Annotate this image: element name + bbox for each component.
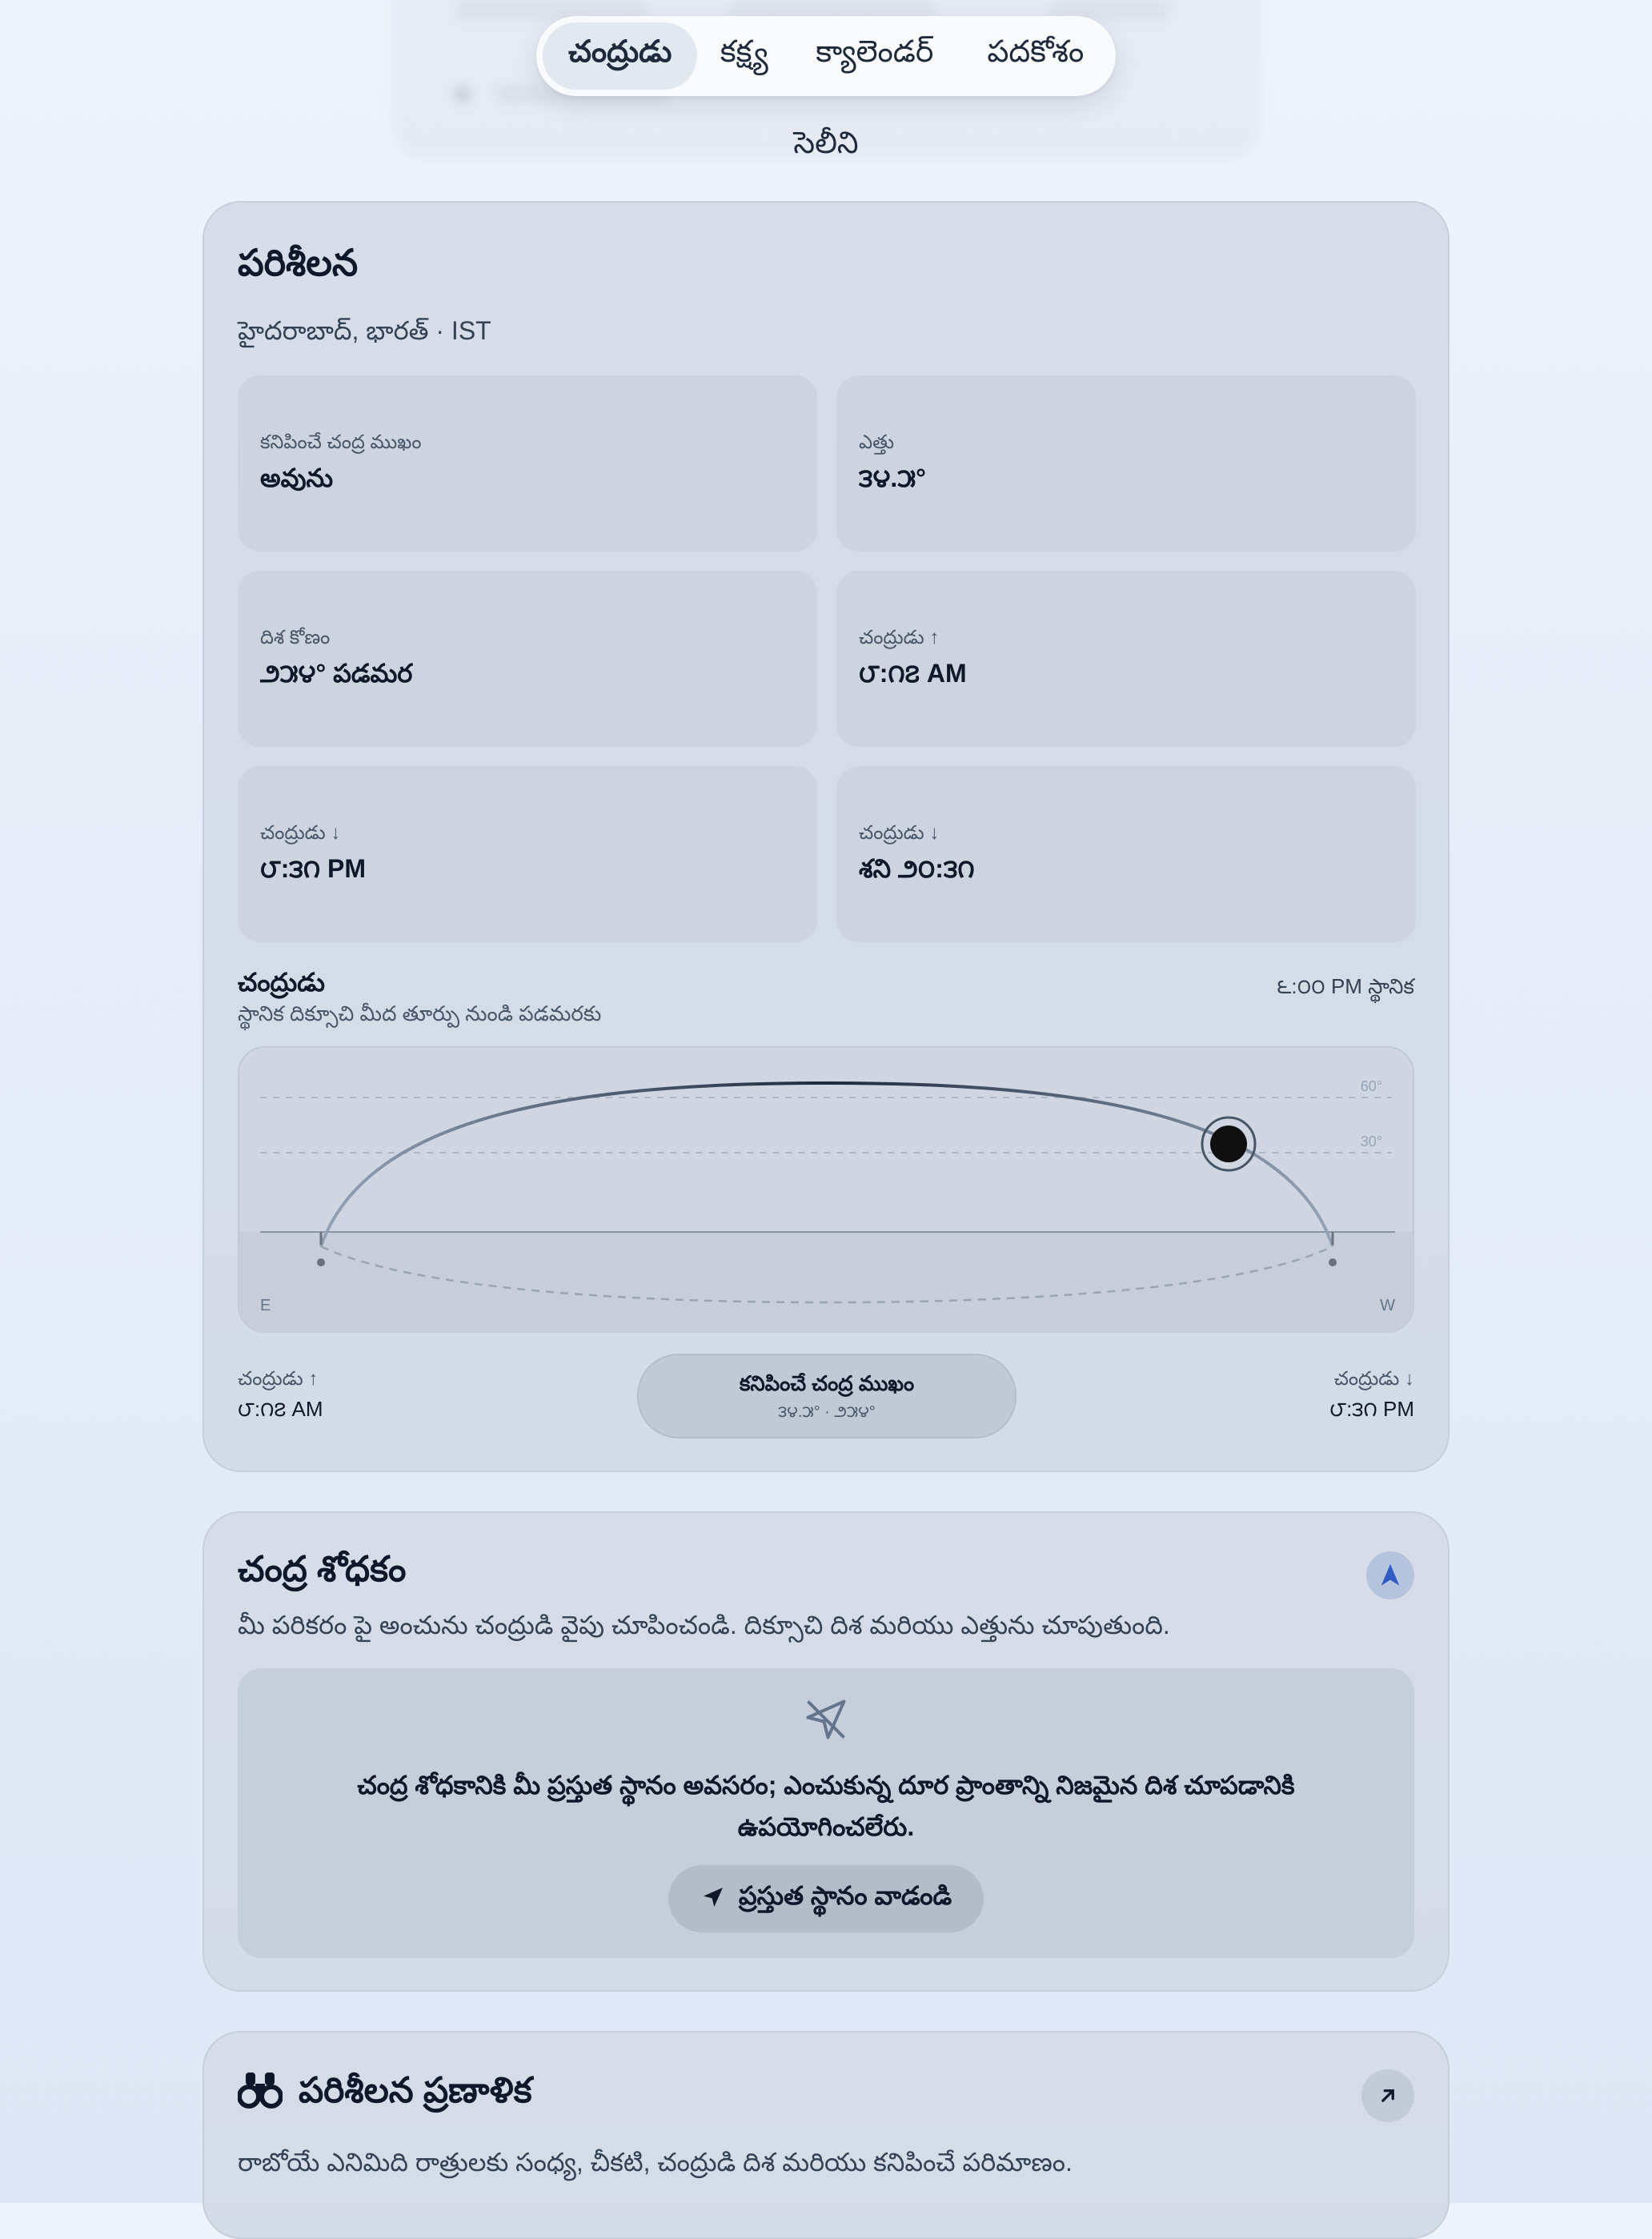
stat-tile: దిశ కోణం ౨౫౪° పడమర	[238, 571, 817, 747]
section-title: సెలీని	[793, 126, 859, 160]
stat-value: ౨౫౪° పడమర	[260, 659, 413, 688]
finder-panel: చంద్ర శోధకానికి మీ ప్రస్తుత స్థానం అవసరం…	[238, 1668, 1414, 1958]
sky-title: చంద్రుడు	[238, 968, 325, 997]
west-label: W	[1380, 1297, 1395, 1314]
pill-title: కనిపించే చంద్ర ముఖం	[739, 1371, 915, 1395]
stat-tile: చంద్రుడు ↓ శని ౨౦:౩౧	[836, 766, 1416, 942]
rise-time: ౮:౧౭ AM	[238, 1397, 323, 1421]
observation-card: పరిశీలన హైదరాబాద్, భారత్ · IST కనిపించే …	[202, 201, 1450, 1472]
moon-marker	[1210, 1126, 1247, 1162]
location-off-icon	[802, 1695, 850, 1743]
use-current-location-button[interactable]: ప్రస్తుత స్థానం వాడండి	[668, 1865, 984, 1932]
stat-value: శని ౨౦:౩౧	[859, 854, 975, 883]
grid-label-30: 30°	[1361, 1134, 1382, 1150]
below-horizon-area	[239, 1232, 1413, 1331]
grid-label-60: 60°	[1361, 1078, 1382, 1094]
stat-value: ౮:౩౧ PM	[260, 854, 366, 883]
stat-value: ౩౪.౫°	[859, 463, 926, 492]
location-text: హైదరాబాద్, భారత్ · IST	[238, 316, 491, 345]
finder-title: చంద్ర శోధకం	[238, 1550, 407, 1589]
stat-label: చంద్రుడు ↑	[859, 627, 940, 648]
stat-label: చంద్రుడు ↓	[859, 822, 940, 844]
tab-orbit[interactable]: కక్ష్య	[700, 22, 788, 90]
sky-path-diagram: 60° 30° E W	[238, 1046, 1414, 1333]
location-arrow-icon	[700, 1884, 726, 1914]
binoculars-icon	[237, 2068, 283, 2113]
pill-subtitle: ౩౪.౫° · ౨౫౪°	[778, 1403, 876, 1421]
sky-subtitle: స్థానిక దిక్సూచి మీద తూర్పు నుండి పడమరకు	[238, 1001, 602, 1025]
top-tab-bar: చంద్రుడు కక్ష్య క్యాలెండర్ పదకోశం	[536, 16, 1116, 96]
stat-label: చంద్రుడు ↓	[260, 822, 341, 844]
observation-title: పరిశీలన	[238, 242, 359, 283]
sky-path-svg: 60° 30° E W	[239, 1078, 1413, 1331]
planner-title: పరిశీలన ప్రణాళిక	[299, 2071, 532, 2110]
observation-planner-card: పరిశీలన ప్రణాళిక రాబోయే ఎనిమిది రాత్రులక…	[202, 2031, 1450, 2239]
tab-moon[interactable]: చంద్రుడు	[543, 22, 698, 90]
stat-label: కనిపించే చంద్ర ముఖం	[260, 431, 422, 453]
rise-dot	[317, 1258, 325, 1266]
moon-finder-card: చంద్ర శోధకం మీ పరికరం పై అంచును చంద్రుడి…	[202, 1511, 1450, 1992]
star-icon: ★	[448, 77, 477, 112]
set-dot	[1329, 1258, 1337, 1266]
use-location-label: ప్రస్తుత స్థానం వాడండి	[738, 1880, 952, 1910]
navigation-arrow-icon[interactable]	[1366, 1551, 1414, 1599]
stat-tile: చంద్రుడు ↓ ౮:౩౧ PM	[238, 766, 817, 942]
stat-value: అవును	[260, 463, 334, 492]
planner-description: రాబోయే ఎనిమిది రాత్రులకు సంధ్య, చీకటి, చ…	[238, 2148, 1073, 2177]
tab-glossary[interactable]: పదకోశం	[962, 22, 1109, 90]
sky-time: ౬:౦౦ PM స్థానిక	[1277, 974, 1414, 998]
stat-tile: ఎత్తు ౩౪.౫°	[836, 375, 1416, 552]
open-planner-arrow-icon[interactable]	[1361, 2069, 1414, 2122]
moon-arc	[319, 1081, 1334, 1247]
stat-label: దిశ కోణం	[260, 627, 331, 648]
stat-value: ౮:౧౭ AM	[859, 659, 967, 688]
finder-message-line2: ఉపయోగించలేరు.	[737, 1812, 915, 1841]
stat-tile: చంద్రుడు ↑ ౮:౧౭ AM	[836, 571, 1416, 747]
visible-face-pill[interactable]: కనిపించే చంద్ర ముఖం ౩౪.౫° · ౨౫౪°	[637, 1354, 1016, 1438]
set-label: చంద్రుడు ↓	[1333, 1368, 1414, 1390]
east-label: E	[260, 1297, 271, 1314]
finder-description: మీ పరికరం పై అంచును చంద్రుడి వైపు చూపించ…	[238, 1611, 1170, 1639]
finder-message-line1: చంద్ర శోధకానికి మీ ప్రస్తుత స్థానం అవసరం…	[357, 1771, 1295, 1800]
set-time: ౮:౩౧ PM	[1329, 1397, 1414, 1421]
rise-label: చంద్రుడు ↑	[238, 1368, 319, 1390]
stat-tile: కనిపించే చంద్ర ముఖం అవును	[238, 375, 817, 552]
tab-calendar[interactable]: క్యాలెండర్	[791, 22, 959, 90]
stat-label: ఎత్తు	[859, 431, 895, 453]
